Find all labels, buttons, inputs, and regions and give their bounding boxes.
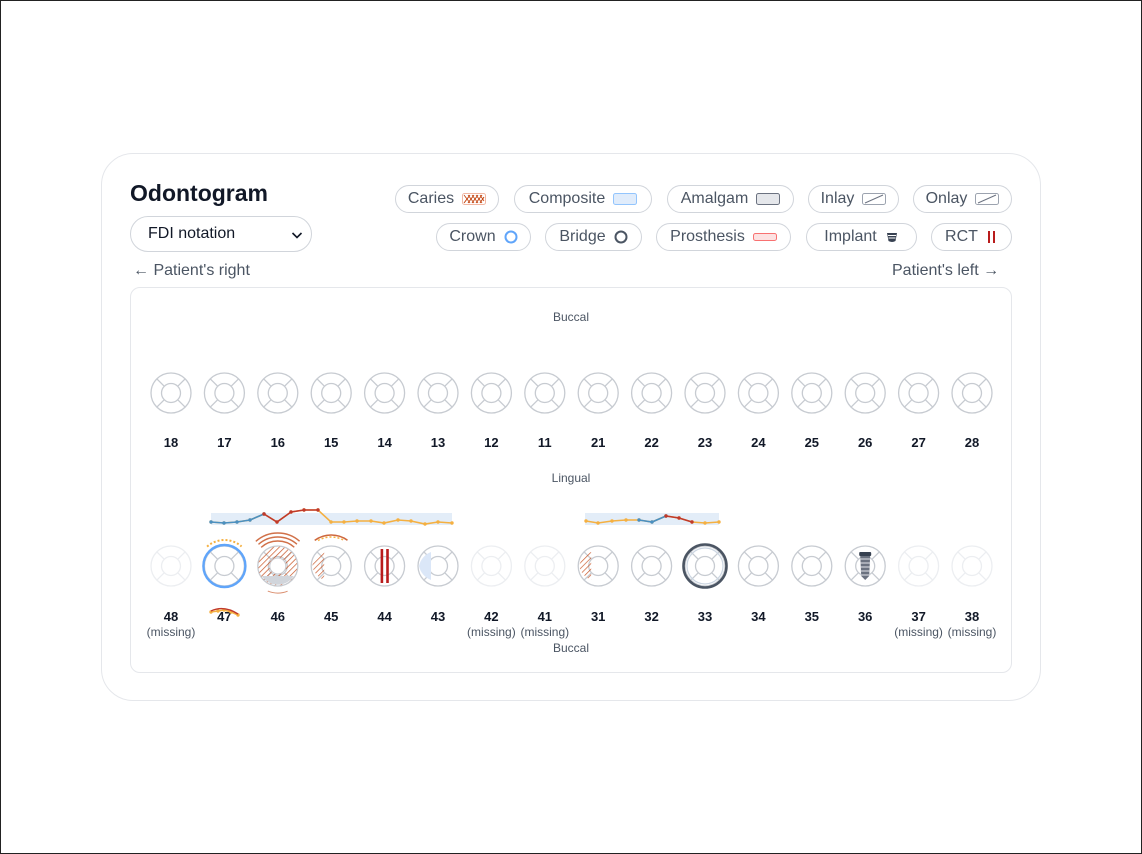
tooth-31[interactable] bbox=[577, 545, 619, 587]
probe-point bbox=[690, 520, 694, 524]
tooth-13[interactable] bbox=[417, 372, 459, 414]
probe-point bbox=[664, 514, 668, 518]
probe-point bbox=[382, 521, 386, 525]
tooth-36[interactable] bbox=[844, 545, 886, 587]
probe-point bbox=[396, 518, 400, 522]
probe-point bbox=[289, 510, 293, 514]
probe-point bbox=[275, 520, 279, 524]
tooth-18[interactable] bbox=[150, 372, 192, 414]
probe-point bbox=[355, 519, 359, 523]
tooth-21[interactable] bbox=[577, 372, 619, 414]
probe-point bbox=[624, 518, 628, 522]
probe-point bbox=[209, 520, 213, 524]
probe-point bbox=[409, 519, 413, 523]
probe-point bbox=[703, 521, 707, 525]
probe-point bbox=[342, 520, 346, 524]
probe-point bbox=[650, 520, 654, 524]
tooth-33[interactable] bbox=[682, 543, 728, 589]
probe-point bbox=[316, 508, 320, 512]
tooth-47[interactable] bbox=[202, 539, 247, 589]
probe-point bbox=[216, 609, 220, 613]
tooth-25[interactable] bbox=[791, 372, 833, 414]
tooth-15[interactable] bbox=[310, 372, 352, 414]
tooth-44[interactable] bbox=[363, 545, 406, 587]
probe-point bbox=[235, 520, 239, 524]
tooth-11[interactable] bbox=[524, 372, 566, 414]
tooth-27[interactable] bbox=[897, 372, 940, 414]
tooth-46[interactable] bbox=[255, 532, 301, 594]
tooth-34[interactable] bbox=[737, 545, 780, 587]
tooth-26[interactable] bbox=[844, 372, 886, 414]
probe-point bbox=[436, 520, 440, 524]
probe-point bbox=[329, 520, 333, 524]
tooth-48[interactable] bbox=[150, 545, 192, 587]
tooth-43[interactable] bbox=[417, 545, 459, 587]
tooth-14[interactable] bbox=[363, 372, 406, 414]
tooth-32[interactable] bbox=[630, 545, 673, 587]
odontogram-graphics bbox=[150, 372, 993, 617]
probe-point bbox=[222, 521, 226, 525]
tooth-28[interactable] bbox=[951, 372, 993, 414]
probe-point bbox=[584, 519, 588, 523]
probe-point bbox=[248, 518, 252, 522]
probe-point bbox=[677, 516, 681, 520]
tooth-42[interactable] bbox=[470, 545, 513, 587]
tooth-16[interactable] bbox=[257, 372, 299, 414]
probe-point bbox=[450, 521, 454, 525]
probe-point bbox=[610, 519, 614, 523]
tooth-45[interactable] bbox=[310, 534, 352, 587]
tooth-37[interactable] bbox=[897, 545, 940, 587]
tooth-12[interactable] bbox=[470, 372, 513, 414]
tooth-35[interactable] bbox=[791, 545, 833, 587]
probe-point bbox=[302, 508, 306, 512]
probe-point bbox=[262, 512, 266, 516]
tooth-24[interactable] bbox=[737, 372, 780, 414]
tooth-17[interactable] bbox=[203, 372, 246, 414]
probe-point bbox=[423, 522, 427, 526]
probe-point bbox=[717, 520, 721, 524]
tooth-41[interactable] bbox=[524, 545, 566, 587]
tooth-22[interactable] bbox=[630, 372, 673, 414]
probe-point bbox=[596, 521, 600, 525]
probe-point bbox=[637, 518, 641, 522]
probe-point bbox=[369, 519, 373, 523]
tooth-23[interactable] bbox=[684, 372, 726, 414]
tooth-38[interactable] bbox=[951, 545, 993, 587]
